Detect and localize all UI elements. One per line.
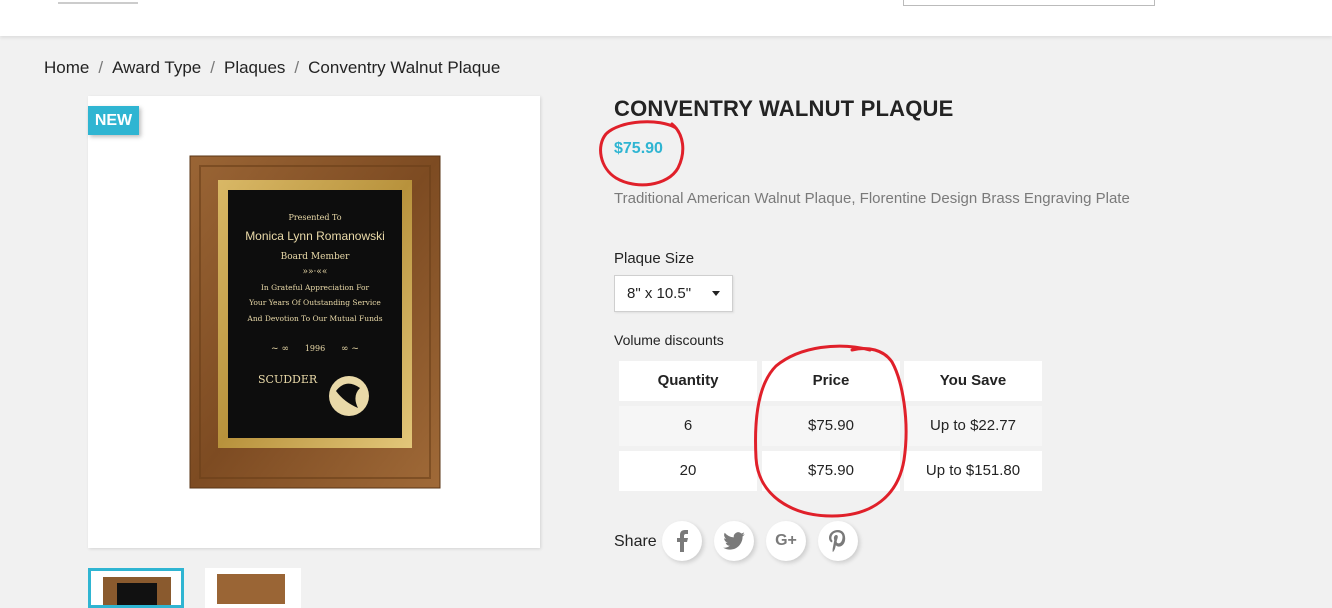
table-header-you-save: You Save <box>904 361 1042 401</box>
google-plus-icon: G+ <box>775 532 797 549</box>
plaque-line3-text: And Devotion To Our Mutual Funds <box>246 314 382 323</box>
share-label: Share <box>614 533 657 550</box>
plaque-presented-text: Presented To <box>288 213 341 222</box>
volume-discounts-label: Volume discounts <box>614 332 724 348</box>
chevron-down-icon <box>712 291 720 296</box>
breadcrumb-current: Conventry Walnut Plaque <box>308 58 501 77</box>
search-input[interactable] <box>903 0 1155 6</box>
google-plus-share-button[interactable]: G+ <box>766 521 806 561</box>
plaque-image: Presented To Monica Lynn Romanowski Boar… <box>189 155 441 489</box>
pinterest-share-button[interactable] <box>818 521 858 561</box>
flourish-icon: »»·«« <box>303 267 328 277</box>
breadcrumb-award-type[interactable]: Award Type <box>112 58 201 77</box>
breadcrumb-plaques[interactable]: Plaques <box>224 58 285 77</box>
table-header-price: Price <box>762 361 900 401</box>
flourish-right-icon: ∞ ~ <box>341 344 359 354</box>
thumbnail-2[interactable] <box>205 568 301 608</box>
table-cell-price: $75.90 <box>762 451 900 491</box>
facebook-share-button[interactable] <box>662 521 702 561</box>
product-cover-image[interactable]: Presented To Monica Lynn Romanowski Boar… <box>88 96 540 548</box>
product-price: $75.90 <box>614 140 663 157</box>
plaque-year-text: 1996 <box>305 344 325 353</box>
top-header <box>0 0 1332 36</box>
logo[interactable] <box>58 0 138 4</box>
table-cell-you-save: Up to $22.77 <box>904 406 1042 446</box>
plaque-role-text: Board Member <box>281 252 350 262</box>
pinterest-icon <box>829 530 846 552</box>
flourish-left-icon: ~ ∞ <box>271 344 289 354</box>
table-cell-quantity: 6 <box>619 406 757 446</box>
twitter-icon <box>723 532 745 550</box>
twitter-share-button[interactable] <box>714 521 754 561</box>
plaque-size-label: Plaque Size <box>614 250 695 267</box>
plaque-line1-text: In Grateful Appreciation For <box>261 283 370 292</box>
plaque-name-text: Monica Lynn Romanowski <box>245 229 385 243</box>
breadcrumb-home[interactable]: Home <box>44 58 89 77</box>
plaque-size-select[interactable]: 8" x 10.5" <box>614 275 733 312</box>
breadcrumb: Home / Award Type / Plaques / Conventry Walnut… <box>44 58 501 77</box>
plaque-company-text: SCUDDER <box>258 373 318 386</box>
facebook-icon <box>677 530 688 552</box>
product-description: Traditional American Walnut Plaque, Flor… <box>614 190 1130 207</box>
product-title: CONVENTRY WALNUT PLAQUE <box>614 96 954 121</box>
plaque-size-value: 8" x 10.5" <box>627 285 692 302</box>
table-header-quantity: Quantity <box>619 361 757 401</box>
table-cell-price: $75.90 <box>762 406 900 446</box>
new-badge: NEW <box>88 106 139 135</box>
table-cell-you-save: Up to $151.80 <box>904 451 1042 491</box>
thumbnail-1[interactable] <box>88 568 184 608</box>
plaque-line2-text: Your Years Of Outstanding Service <box>248 298 381 307</box>
table-cell-quantity: 20 <box>619 451 757 491</box>
